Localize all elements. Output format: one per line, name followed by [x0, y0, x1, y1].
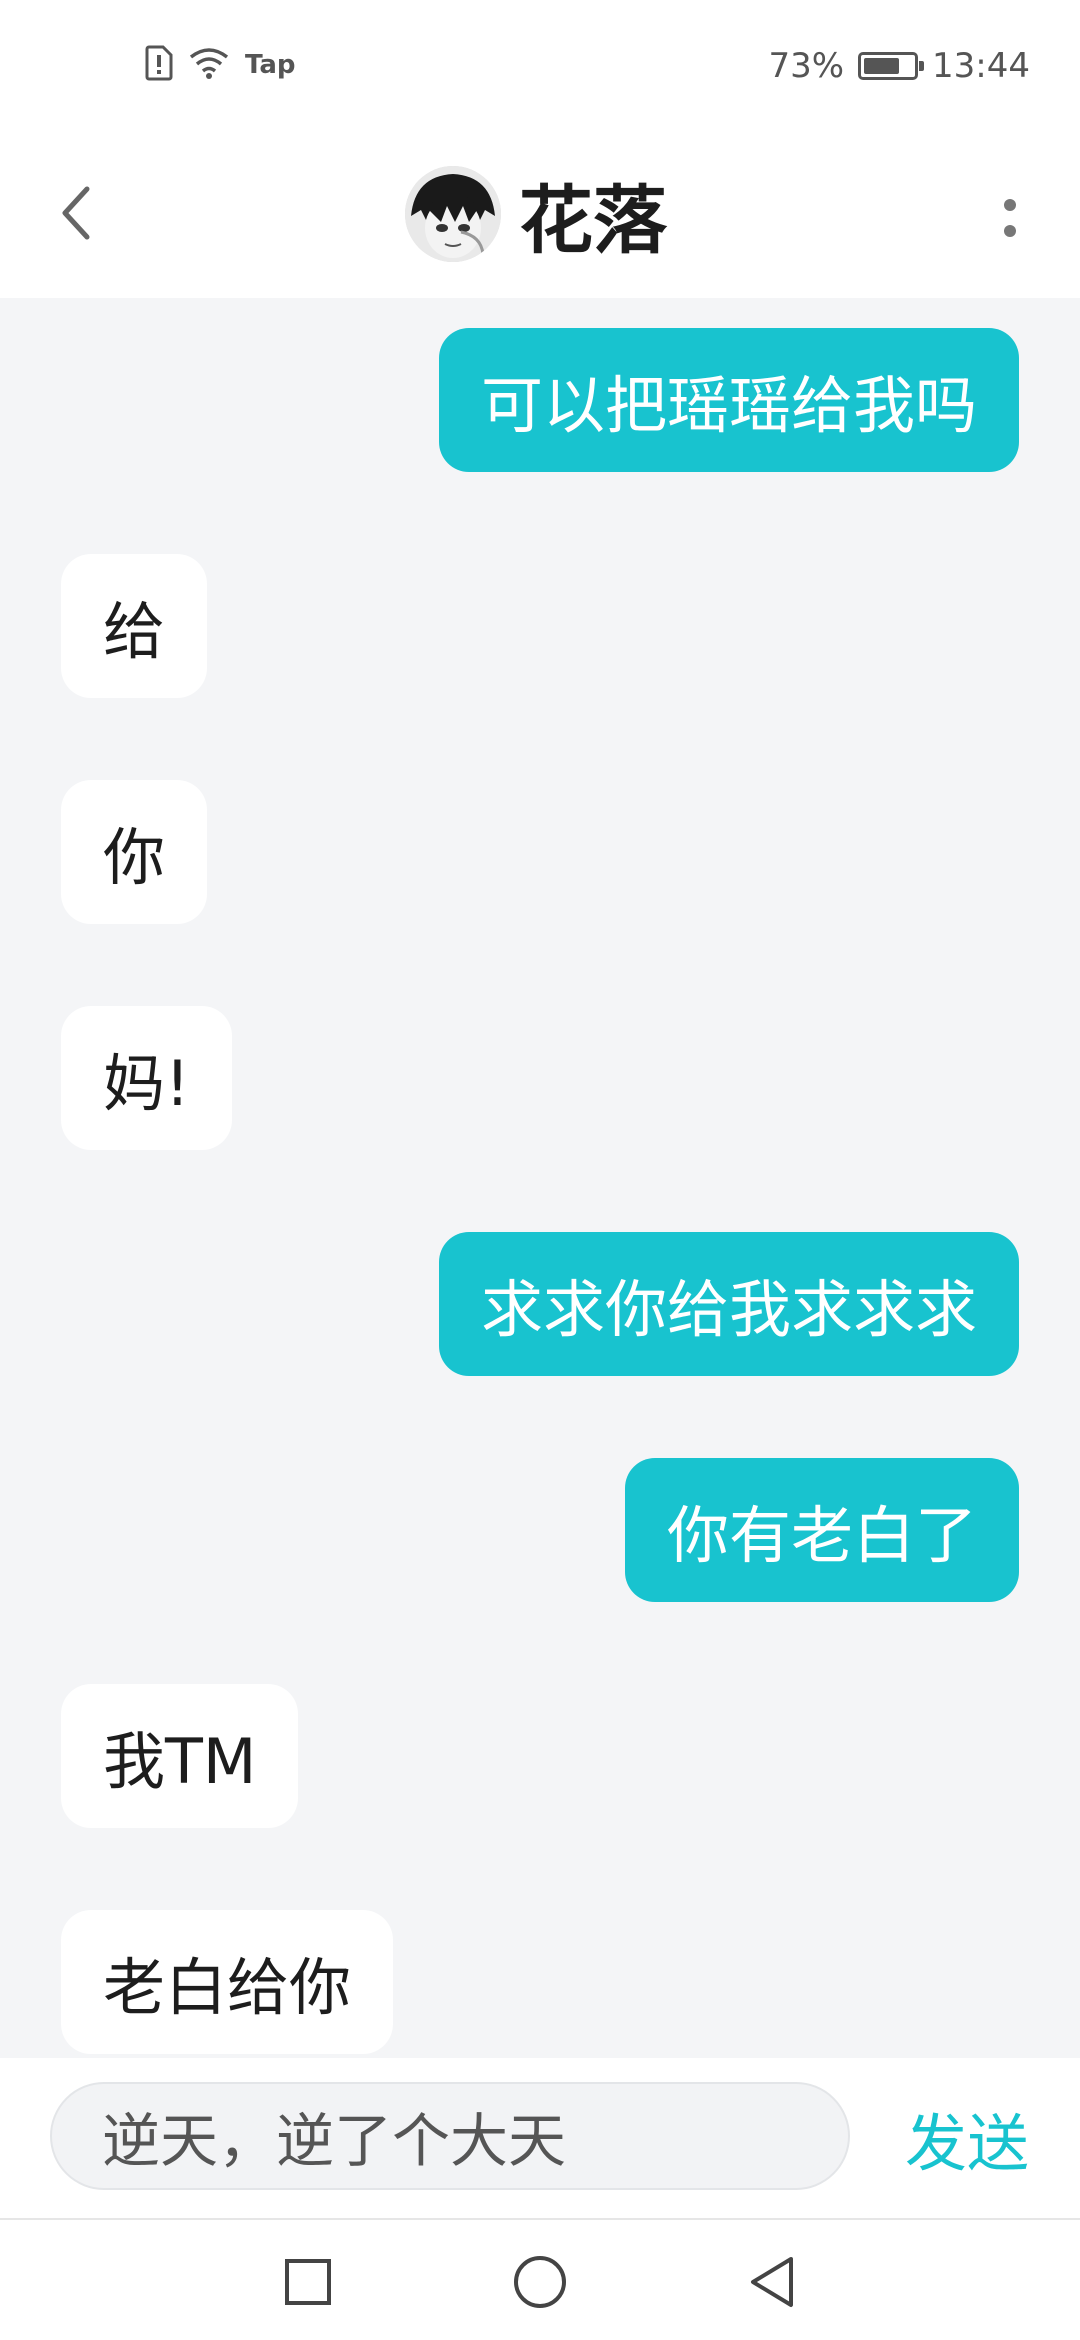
- contact-info[interactable]: 花落: [405, 154, 667, 274]
- status-icons-right: 73% 13:44: [768, 38, 1030, 94]
- status-bar: Tap 73% 13:44: [0, 0, 1080, 130]
- message-list[interactable]: 可以把瑶瑶给我吗 给 你 妈! 求求你给我求求求 你有老白了 我TM 老白给你: [0, 298, 1080, 2058]
- sim-alert-icon: [145, 45, 173, 85]
- message-bubble-outgoing[interactable]: 你有老白了: [624, 1458, 1019, 1602]
- back-triangle-icon: [751, 2257, 793, 2307]
- recent-apps-button[interactable]: [268, 2242, 348, 2322]
- wifi-icon: [187, 45, 231, 85]
- battery-fill: [864, 58, 900, 74]
- more-options-button[interactable]: [980, 178, 1040, 258]
- avatar[interactable]: [405, 166, 501, 262]
- back-button[interactable]: [40, 168, 110, 258]
- system-back-button[interactable]: [732, 2242, 812, 2322]
- message-bubble-incoming[interactable]: 我TM: [61, 1684, 299, 1828]
- battery-percent: 73%: [768, 46, 845, 86]
- message-bubble-incoming[interactable]: 老白给你: [61, 1910, 394, 2054]
- send-button[interactable]: 发送: [905, 2098, 1029, 2180]
- message-input-bar: 逆天，逆了个大天 发送: [0, 2058, 1080, 2218]
- recent-apps-icon: [285, 2259, 331, 2305]
- system-nav-bar: [0, 2218, 1080, 2340]
- home-button[interactable]: [500, 2242, 580, 2322]
- home-icon: [514, 2256, 566, 2308]
- chat-header: 花落: [0, 130, 1080, 298]
- message-bubble-incoming[interactable]: 妈!: [61, 1006, 232, 1150]
- status-time: 13:44: [932, 46, 1030, 86]
- message-bubble-incoming[interactable]: 你: [61, 780, 208, 924]
- more-vertical-icon: [1004, 199, 1016, 211]
- message-bubble-incoming[interactable]: 给: [61, 554, 208, 698]
- battery-icon: [858, 52, 925, 80]
- chevron-left-icon: [62, 186, 90, 240]
- message-input[interactable]: 逆天，逆了个大天: [50, 2082, 850, 2190]
- message-bubble-outgoing[interactable]: 可以把瑶瑶给我吗: [438, 328, 1019, 472]
- status-icons-left: Tap: [145, 40, 296, 90]
- contact-name: 花落: [519, 177, 667, 264]
- tap-app-icon: Tap: [245, 50, 296, 80]
- message-bubble-outgoing[interactable]: 求求你给我求求求: [438, 1232, 1019, 1376]
